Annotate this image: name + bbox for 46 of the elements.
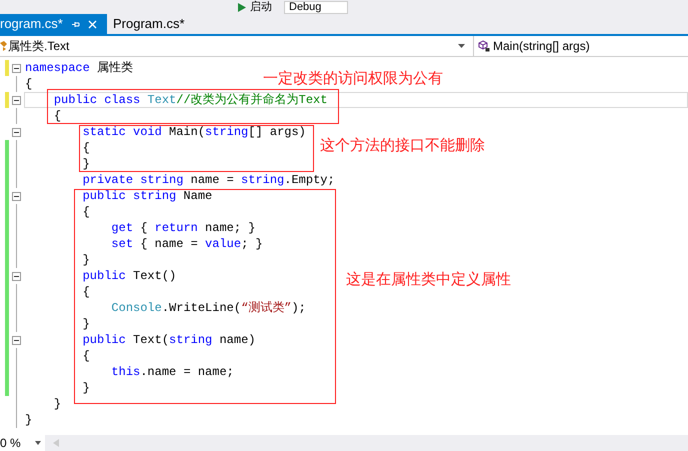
type-scope-dropdown[interactable]: 属性类.Text [0, 36, 473, 56]
class-icon [0, 41, 7, 51]
pin-icon[interactable] [70, 20, 80, 28]
code-line: { [82, 349, 90, 363]
code-line: } [25, 413, 32, 427]
code-line: static void Main(string[] args) [82, 125, 306, 139]
code-line: get { return name; } [111, 221, 256, 235]
code-line: { [82, 205, 90, 219]
annotation-note: 一定改类的访问权限为公有 [263, 69, 443, 89]
code-line: private string name = string.Empty; [82, 173, 335, 187]
zoom-dropdown[interactable]: 0 % [0, 435, 45, 451]
code-line: { [54, 109, 62, 123]
code-line: this.name = name; [111, 365, 234, 379]
annotation-note: 这是在属性类中定义属性 [346, 270, 511, 290]
code-line: { [25, 77, 32, 91]
cube-icon [478, 40, 490, 52]
collapse-icon[interactable] [12, 192, 21, 200]
file-tab[interactable]: Program.cs* [107, 14, 191, 34]
code-line: public class Text//改类为公有并命名为Text [54, 93, 328, 107]
caret-icon [35, 441, 41, 445]
member-scope-dropdown[interactable]: Main(string[] args) [474, 36, 590, 56]
code-line: } [82, 381, 90, 395]
start-button[interactable]: 启动 [250, 2, 272, 12]
code-line: } [82, 317, 90, 331]
caret-icon [458, 44, 465, 48]
code-line: namespace 属性类 [25, 61, 134, 75]
code-line: public string Name [82, 189, 212, 203]
play-icon[interactable] [238, 2, 246, 12]
collapse-icon[interactable] [12, 272, 21, 280]
annotation-note: 这个方法的接口不能删除 [320, 136, 485, 156]
collapse-icon[interactable] [12, 336, 21, 344]
code-line: } [82, 157, 90, 171]
collapse-icon[interactable] [12, 128, 21, 136]
code-line: Console.WriteLine(“测试类”); [111, 301, 306, 315]
collapse-icon[interactable] [12, 96, 21, 104]
configuration-dropdown[interactable]: Debug [284, 0, 348, 14]
code-line: set { name = value; } [111, 237, 263, 251]
close-icon[interactable] [88, 20, 97, 28]
code-line: } [82, 253, 90, 267]
code-line: { [82, 285, 90, 299]
code-line: public Text(string name) [82, 333, 256, 347]
code-line: { [82, 141, 90, 155]
collapse-icon[interactable] [12, 64, 21, 72]
code-line: } [54, 397, 62, 411]
file-tab[interactable]: rogram.cs* [0, 14, 107, 34]
code-line: public Text() [82, 269, 176, 283]
